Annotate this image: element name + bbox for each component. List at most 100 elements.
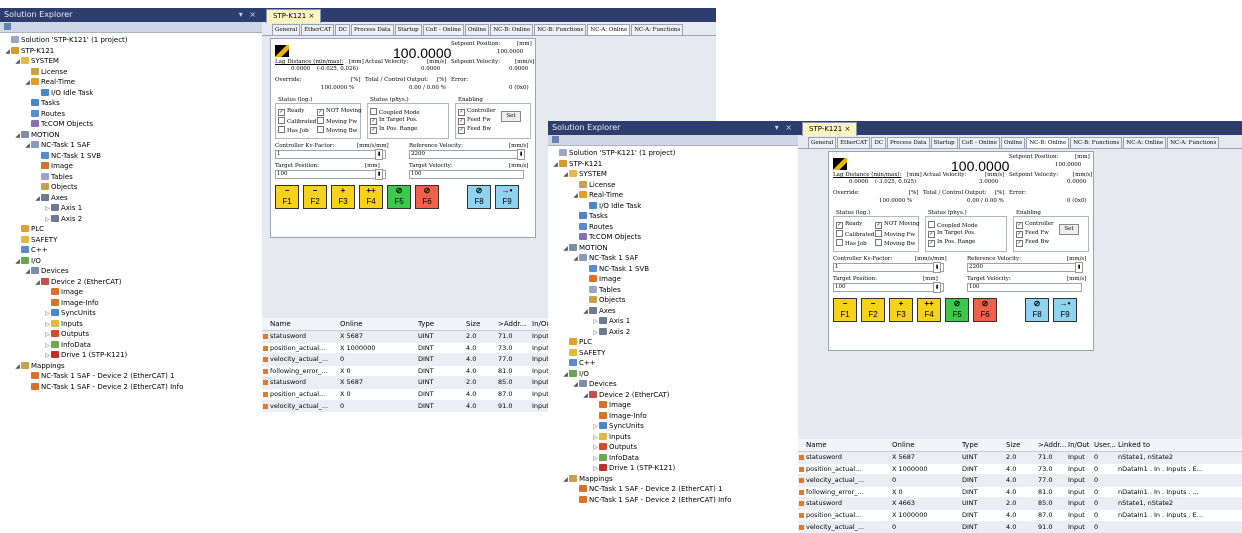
table-row[interactable]: statusword X 5687 UINT 2.0 85.0 Input bbox=[262, 377, 562, 389]
tab-coe-online[interactable]: CoE - Online bbox=[422, 24, 464, 35]
checkbox-ready[interactable]: ✓ Ready bbox=[836, 221, 862, 229]
tree-item[interactable]: Objects bbox=[0, 182, 262, 193]
explorer-window-controls[interactable]: ▾ × bbox=[239, 8, 258, 22]
tab-online[interactable]: Online bbox=[464, 24, 490, 35]
tree-item[interactable]: Image bbox=[548, 400, 798, 411]
tree-item[interactable]: SAFETY bbox=[0, 235, 262, 246]
tab-nc-b-online[interactable]: NC-B: Online bbox=[1026, 137, 1070, 148]
target-velocity-input[interactable]: 100 bbox=[409, 170, 524, 179]
function-button-f6[interactable]: ⊘ F6 bbox=[973, 298, 997, 322]
function-button-f1[interactable]: − F1 bbox=[275, 185, 299, 209]
table-row[interactable]: velocity_actual_... 0 DINT 4.0 91.0 Input 0 bbox=[798, 521, 1242, 533]
checkbox-feed-bw[interactable]: ✓ Feed Bw bbox=[458, 126, 491, 134]
tree-item[interactable]: ◢ Axes bbox=[0, 193, 262, 204]
tree-item[interactable]: Tasks bbox=[548, 211, 798, 222]
table-row[interactable]: velocity_actual_... 0 DINT 4.0 91.0 Input bbox=[262, 400, 562, 413]
function-button-f3[interactable]: + F3 bbox=[331, 185, 355, 209]
tree-item[interactable]: NC-Task 1 SVB bbox=[0, 151, 262, 162]
column-header[interactable]: Type bbox=[962, 439, 978, 451]
tab-dc[interactable]: DC bbox=[335, 24, 350, 35]
tab-general[interactable]: General bbox=[272, 24, 301, 35]
checkbox-ready[interactable]: ✓ Ready bbox=[278, 108, 304, 116]
column-header[interactable]: In/Out bbox=[1068, 439, 1090, 451]
function-button-f8[interactable]: ⊘ F8 bbox=[1025, 298, 1049, 322]
tab-startup[interactable]: Startup bbox=[930, 137, 958, 148]
checkbox-calibrated[interactable]: Calibrated bbox=[836, 230, 874, 238]
column-header[interactable]: >Addr... bbox=[498, 318, 526, 330]
column-header[interactable]: Size bbox=[1006, 439, 1020, 451]
tree-item[interactable]: ◢ SYSTEM bbox=[548, 169, 798, 180]
tree-item[interactable]: ▷ InfoData bbox=[548, 453, 798, 464]
target-position-input[interactable]: 100 bbox=[275, 170, 386, 179]
function-button-f9[interactable]: →• F9 bbox=[1053, 298, 1077, 322]
set-button[interactable]: Set bbox=[501, 111, 521, 122]
checkbox-in-target-pos-[interactable]: ✓ In Target Pos. bbox=[928, 230, 976, 238]
tree-item[interactable]: ◢ Real-Time bbox=[548, 190, 798, 201]
column-header[interactable]: Name bbox=[270, 318, 291, 330]
checkbox-in-target-pos-[interactable]: ✓ In Target Pos. bbox=[370, 117, 418, 125]
tree-item[interactable]: ▷ Inputs bbox=[0, 319, 262, 330]
checkbox-in-pos-range[interactable]: ✓ In Pos. Range bbox=[370, 126, 417, 134]
column-header[interactable]: Type bbox=[418, 318, 434, 330]
tree-item[interactable]: ▷ SyncUnits bbox=[0, 308, 262, 319]
function-button-f5[interactable]: ⊘ F5 bbox=[945, 298, 969, 322]
checkbox-moving-bw[interactable]: Moving Bw bbox=[317, 126, 357, 134]
table-row[interactable]: position_actual... X 1000000 DINT 4.0 87.0 In… bbox=[798, 510, 1242, 522]
tree-item[interactable]: I/O Idle Task bbox=[0, 88, 262, 99]
tree-item[interactable]: Image bbox=[0, 161, 262, 172]
function-button-f3[interactable]: + F3 bbox=[889, 298, 913, 322]
download-arrow-icon[interactable]: ⬇ bbox=[375, 169, 383, 180]
checkbox-has-job[interactable]: Has Job bbox=[278, 126, 309, 134]
tree-item[interactable]: ◢ MOTION bbox=[0, 130, 262, 141]
function-button-f4[interactable]: ++ F4 bbox=[917, 298, 941, 322]
tree-item[interactable]: I/O Idle Task bbox=[548, 201, 798, 212]
function-button-f2[interactable]: − F2 bbox=[303, 185, 327, 209]
tree-item[interactable]: ◢ STP-K121 bbox=[0, 46, 262, 57]
home-icon[interactable] bbox=[4, 23, 11, 30]
tree-item[interactable]: Image-Info bbox=[0, 298, 262, 309]
tab-online[interactable]: Online bbox=[1000, 137, 1026, 148]
checkbox-not-moving[interactable]: ✓ NOT Moving bbox=[875, 221, 920, 229]
table-row[interactable]: statusword X 4663 UINT 2.0 85.0 Input 0 nState1… bbox=[798, 498, 1242, 510]
tree-item[interactable]: TcCOM Objects bbox=[548, 232, 798, 243]
tree-item[interactable]: Image bbox=[548, 274, 798, 285]
tree-item[interactable]: NC-Task 1 SAF - Device 2 (EtherCAT) 1 bbox=[548, 484, 798, 495]
tree-item[interactable]: Solution 'STP-K121' (1 project) bbox=[548, 148, 798, 159]
column-header[interactable]: >Addr... bbox=[1038, 439, 1066, 451]
tree-item[interactable]: License bbox=[548, 180, 798, 191]
checkbox-calibrated[interactable]: Calibrated bbox=[278, 117, 316, 125]
checkbox-feed-fw[interactable]: ✓ Feed Fw bbox=[458, 117, 491, 125]
tab-startup[interactable]: Startup bbox=[394, 24, 422, 35]
tree-item[interactable]: Routes bbox=[548, 222, 798, 233]
function-button-f2[interactable]: − F2 bbox=[861, 298, 885, 322]
tree-item[interactable]: ◢ Mappings bbox=[0, 361, 262, 372]
tree-item[interactable]: C++ bbox=[548, 358, 798, 369]
function-button-f4[interactable]: ++ F4 bbox=[359, 185, 383, 209]
tree-item[interactable]: NC-Task 1 SAF - Device 2 (EtherCAT) Info bbox=[548, 495, 798, 506]
tree-item[interactable]: ▷ InfoData bbox=[0, 340, 262, 351]
function-button-f1[interactable]: − F1 bbox=[833, 298, 857, 322]
tree-item[interactable]: ▷ Drive 1 (STP-K121) bbox=[548, 463, 798, 474]
checkbox-feed-fw[interactable]: ✓ Feed Fw bbox=[1016, 230, 1049, 238]
tree-item[interactable]: ◢ SYSTEM bbox=[0, 56, 262, 67]
tree-item[interactable]: ◢ I/O bbox=[548, 369, 798, 380]
checkbox-moving-bw[interactable]: Moving Bw bbox=[875, 239, 915, 247]
checkbox-controller[interactable]: ✓ Controller bbox=[458, 108, 496, 116]
reference-velocity-input[interactable]: 2200 bbox=[967, 263, 1082, 272]
tree-item[interactable]: NC-Task 1 SAF - Device 2 (EtherCAT) Info bbox=[0, 382, 262, 393]
tree-item[interactable]: Tasks bbox=[0, 98, 262, 109]
column-header[interactable]: User... bbox=[1094, 439, 1116, 451]
tab-nc-b-online[interactable]: NC-B: Online bbox=[490, 24, 534, 35]
tab-nc-a-functions[interactable]: NC-A: Functions bbox=[631, 24, 684, 35]
tree-item[interactable]: Tables bbox=[548, 285, 798, 296]
tree-item[interactable]: PLC bbox=[0, 224, 262, 235]
tree-item[interactable]: ▷ Axis 2 bbox=[548, 327, 798, 338]
tab-nc-a-functions[interactable]: NC-A: Functions bbox=[1167, 137, 1220, 148]
tree-item[interactable]: Routes bbox=[0, 109, 262, 120]
table-row[interactable]: velocity_actual_... 0 DINT 4.0 77.0 Input 0 bbox=[798, 475, 1242, 487]
tab-ethercat[interactable]: EtherCAT bbox=[301, 24, 335, 35]
tree-item[interactable]: Objects bbox=[548, 295, 798, 306]
tree-item[interactable]: ▷ Drive 1 (STP-K121) bbox=[0, 350, 262, 361]
checkbox-coupled-mode[interactable]: Coupled Mode bbox=[370, 108, 420, 116]
tree-item[interactable]: ▷ Axis 2 bbox=[0, 214, 262, 225]
